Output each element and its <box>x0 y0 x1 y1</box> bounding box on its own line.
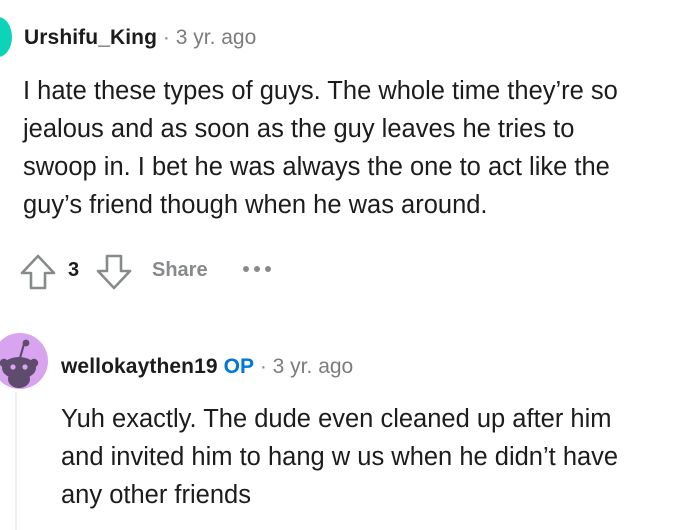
downvote-icon[interactable] <box>94 252 134 292</box>
thread-line[interactable] <box>15 392 17 530</box>
comment-header: Urshifu_King · 3 yr. ago <box>24 25 256 51</box>
meta-separator: · <box>259 355 267 378</box>
avatar[interactable] <box>0 17 12 57</box>
share-button[interactable]: Share <box>152 259 208 282</box>
upvote-icon[interactable] <box>18 252 58 292</box>
comment-body: Yuh exactly. The dude even cleaned up af… <box>61 405 619 509</box>
vote-score: 3 <box>68 259 80 281</box>
op-badge: OP <box>223 355 254 378</box>
comment-header: wellokaythen19 OP · 3 yr. ago <box>61 354 353 380</box>
more-options-icon[interactable] <box>240 254 276 284</box>
author-name[interactable]: Urshifu_King <box>24 26 157 49</box>
comment-body: I hate these types of guys. The whole ti… <box>23 77 618 219</box>
author-name[interactable]: wellokaythen19 <box>61 355 218 378</box>
snoo-avatar-icon[interactable] <box>0 332 48 390</box>
meta-separator: · <box>162 26 170 49</box>
timestamp[interactable]: 3 yr. ago <box>176 26 257 49</box>
timestamp[interactable]: 3 yr. ago <box>273 355 354 378</box>
